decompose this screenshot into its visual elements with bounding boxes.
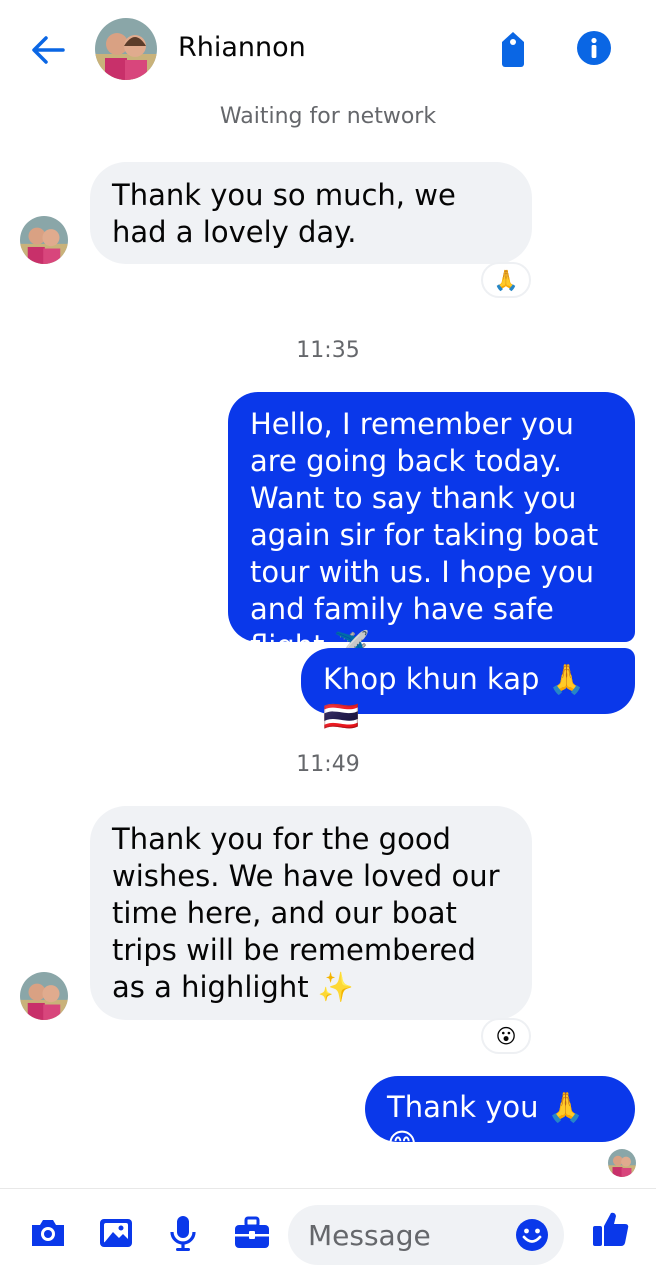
contact-name[interactable]: Rhiannon: [178, 32, 306, 63]
message-bubble-outgoing[interactable]: Hello, I remember you are going back tod…: [228, 392, 635, 663]
timestamp-divider: 11:49: [296, 752, 360, 777]
back-arrow-icon: [32, 36, 65, 64]
conversation-header: Rhiannon: [0, 0, 656, 98]
timestamp-divider: 11:35: [296, 338, 360, 363]
info-button[interactable]: [575, 29, 613, 67]
sender-avatar[interactable]: [20, 972, 68, 1020]
gallery-icon: [100, 1219, 132, 1247]
message-reaction[interactable]: 😮: [481, 1018, 531, 1054]
emoji-icon: [516, 1219, 548, 1251]
message-input-wrapper: [288, 1205, 564, 1265]
message-bubble-outgoing[interactable]: Thank you 🙏😊: [365, 1076, 635, 1161]
message-reaction[interactable]: 🙏: [481, 262, 531, 298]
camera-button[interactable]: [28, 1213, 68, 1253]
message-composer: [0, 1188, 656, 1280]
message-bubble-incoming[interactable]: Thank you for the good wishes. We have l…: [90, 806, 532, 1020]
message-bubble-outgoing[interactable]: Khop khun kap 🙏🇹🇭: [301, 648, 635, 733]
thumbs-up-icon: [593, 1212, 629, 1246]
contact-avatar[interactable]: [95, 18, 157, 80]
network-status: Waiting for network: [219, 104, 437, 129]
message-bubble-incoming[interactable]: Thank you so much, we had a lovely day.: [90, 162, 532, 264]
info-icon: [577, 31, 611, 65]
emoji-button[interactable]: [514, 1217, 550, 1253]
gallery-button[interactable]: [96, 1213, 136, 1253]
tag-button[interactable]: [494, 28, 532, 70]
briefcase-icon: [235, 1216, 269, 1248]
microphone-icon: [170, 1216, 196, 1251]
apps-button[interactable]: [232, 1213, 272, 1253]
voice-button[interactable]: [163, 1213, 203, 1253]
like-button[interactable]: [590, 1209, 630, 1249]
read-receipt-avatar: [608, 1149, 636, 1177]
back-button[interactable]: [28, 30, 68, 70]
sender-avatar[interactable]: [20, 216, 68, 264]
message-input[interactable]: [308, 1215, 498, 1255]
camera-icon: [32, 1220, 64, 1246]
tag-icon: [502, 32, 524, 67]
